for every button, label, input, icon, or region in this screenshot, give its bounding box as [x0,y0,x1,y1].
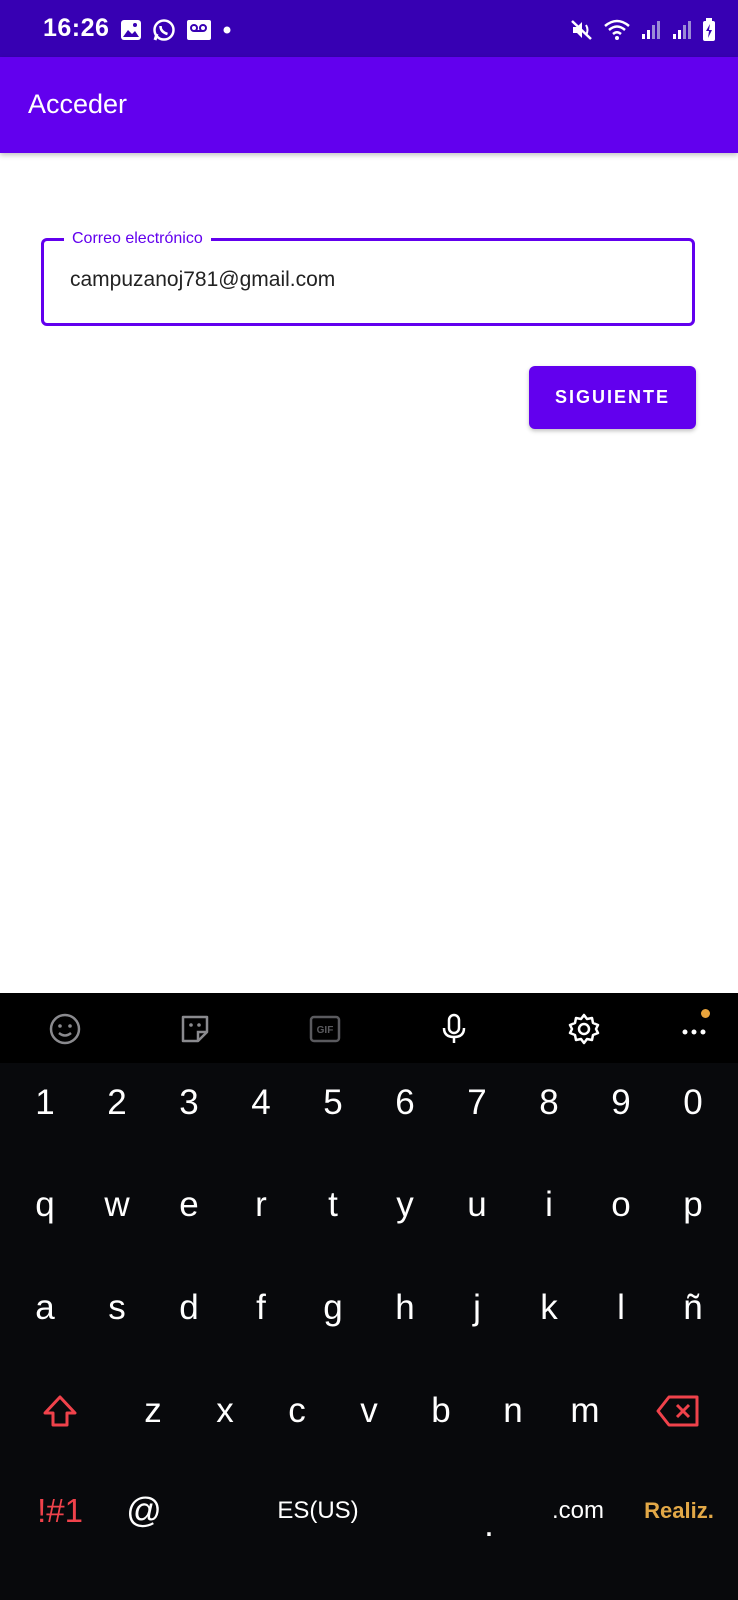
whatsapp-icon [152,18,176,42]
keyboard-toolbar: GIF [0,993,738,1063]
key-1[interactable]: 1 [9,1063,81,1143]
more-options-badge [701,1009,710,1018]
key-b[interactable]: b [405,1371,477,1451]
notification-dot-icon [222,25,232,35]
key-c[interactable]: c [261,1371,333,1451]
status-bar: 16:26 [0,0,738,57]
key-t[interactable]: t [297,1165,369,1245]
email-field[interactable]: Correo electrónico campuzanoj781@gmail.c… [41,229,695,326]
dotcom-key[interactable]: .com [538,1471,618,1551]
key-a[interactable]: a [9,1268,81,1348]
key-9[interactable]: 9 [585,1063,657,1143]
key-3[interactable]: 3 [153,1063,225,1143]
keyboard: GIF 1 2 3 4 5 6 7 8 9 0 q w e r t y u i … [0,993,738,1600]
settings-gear-icon[interactable] [564,1009,604,1049]
key-j[interactable]: j [441,1268,513,1348]
app-title: Acceder [28,89,128,119]
signal-icon [640,19,662,41]
key-v[interactable]: v [333,1371,405,1451]
key-0[interactable]: 0 [657,1063,729,1143]
key-y[interactable]: y [369,1165,441,1245]
sticker-icon[interactable] [175,1009,215,1049]
key-m[interactable]: m [549,1371,621,1451]
next-button[interactable]: SIGUIENTE [529,366,696,429]
key-5[interactable]: 5 [297,1063,369,1143]
voicemail-icon [186,19,212,41]
key-w[interactable]: w [81,1165,153,1245]
status-time: 16:26 [43,14,110,42]
svg-text:GIF: GIF [317,1025,334,1036]
key-n-tilde[interactable]: ñ [657,1268,729,1348]
key-p[interactable]: p [657,1165,729,1245]
key-q[interactable]: q [9,1165,81,1245]
key-4[interactable]: 4 [225,1063,297,1143]
key-u[interactable]: u [441,1165,513,1245]
backspace-icon[interactable] [642,1371,714,1451]
app-bar: Acceder [0,57,738,153]
key-l[interactable]: l [585,1268,657,1348]
symbols-key[interactable]: !#1 [23,1471,97,1551]
key-o[interactable]: o [585,1165,657,1245]
key-2[interactable]: 2 [81,1063,153,1143]
key-z[interactable]: z [117,1371,189,1451]
done-key[interactable]: Realiz. [636,1471,722,1551]
at-key[interactable]: @ [108,1471,180,1551]
emoji-icon[interactable] [45,1009,85,1049]
key-6[interactable]: 6 [369,1063,441,1143]
shift-icon[interactable] [24,1371,96,1451]
wifi-icon [603,18,631,42]
spacebar-language-key[interactable]: ES(US) [248,1471,388,1551]
key-d[interactable]: d [153,1268,225,1348]
signal-icon-2 [671,19,693,41]
key-k[interactable]: k [513,1268,585,1348]
email-field-value[interactable]: campuzanoj781@gmail.com [70,268,335,292]
gif-icon[interactable]: GIF [305,1009,345,1049]
key-h[interactable]: h [369,1268,441,1348]
key-n[interactable]: n [477,1371,549,1451]
key-f[interactable]: f [225,1268,297,1348]
key-8[interactable]: 8 [513,1063,585,1143]
key-i[interactable]: i [513,1165,585,1245]
key-x[interactable]: x [189,1371,261,1451]
period-key[interactable]: . [453,1485,525,1565]
mute-icon [570,18,594,42]
key-g[interactable]: g [297,1268,369,1348]
key-r[interactable]: r [225,1165,297,1245]
key-e[interactable]: e [153,1165,225,1245]
microphone-icon[interactable] [434,1009,474,1049]
gallery-icon [120,19,142,41]
battery-charging-icon [702,18,716,42]
key-s[interactable]: s [81,1268,153,1348]
key-7[interactable]: 7 [441,1063,513,1143]
email-field-label: Correo electrónico [64,229,211,249]
